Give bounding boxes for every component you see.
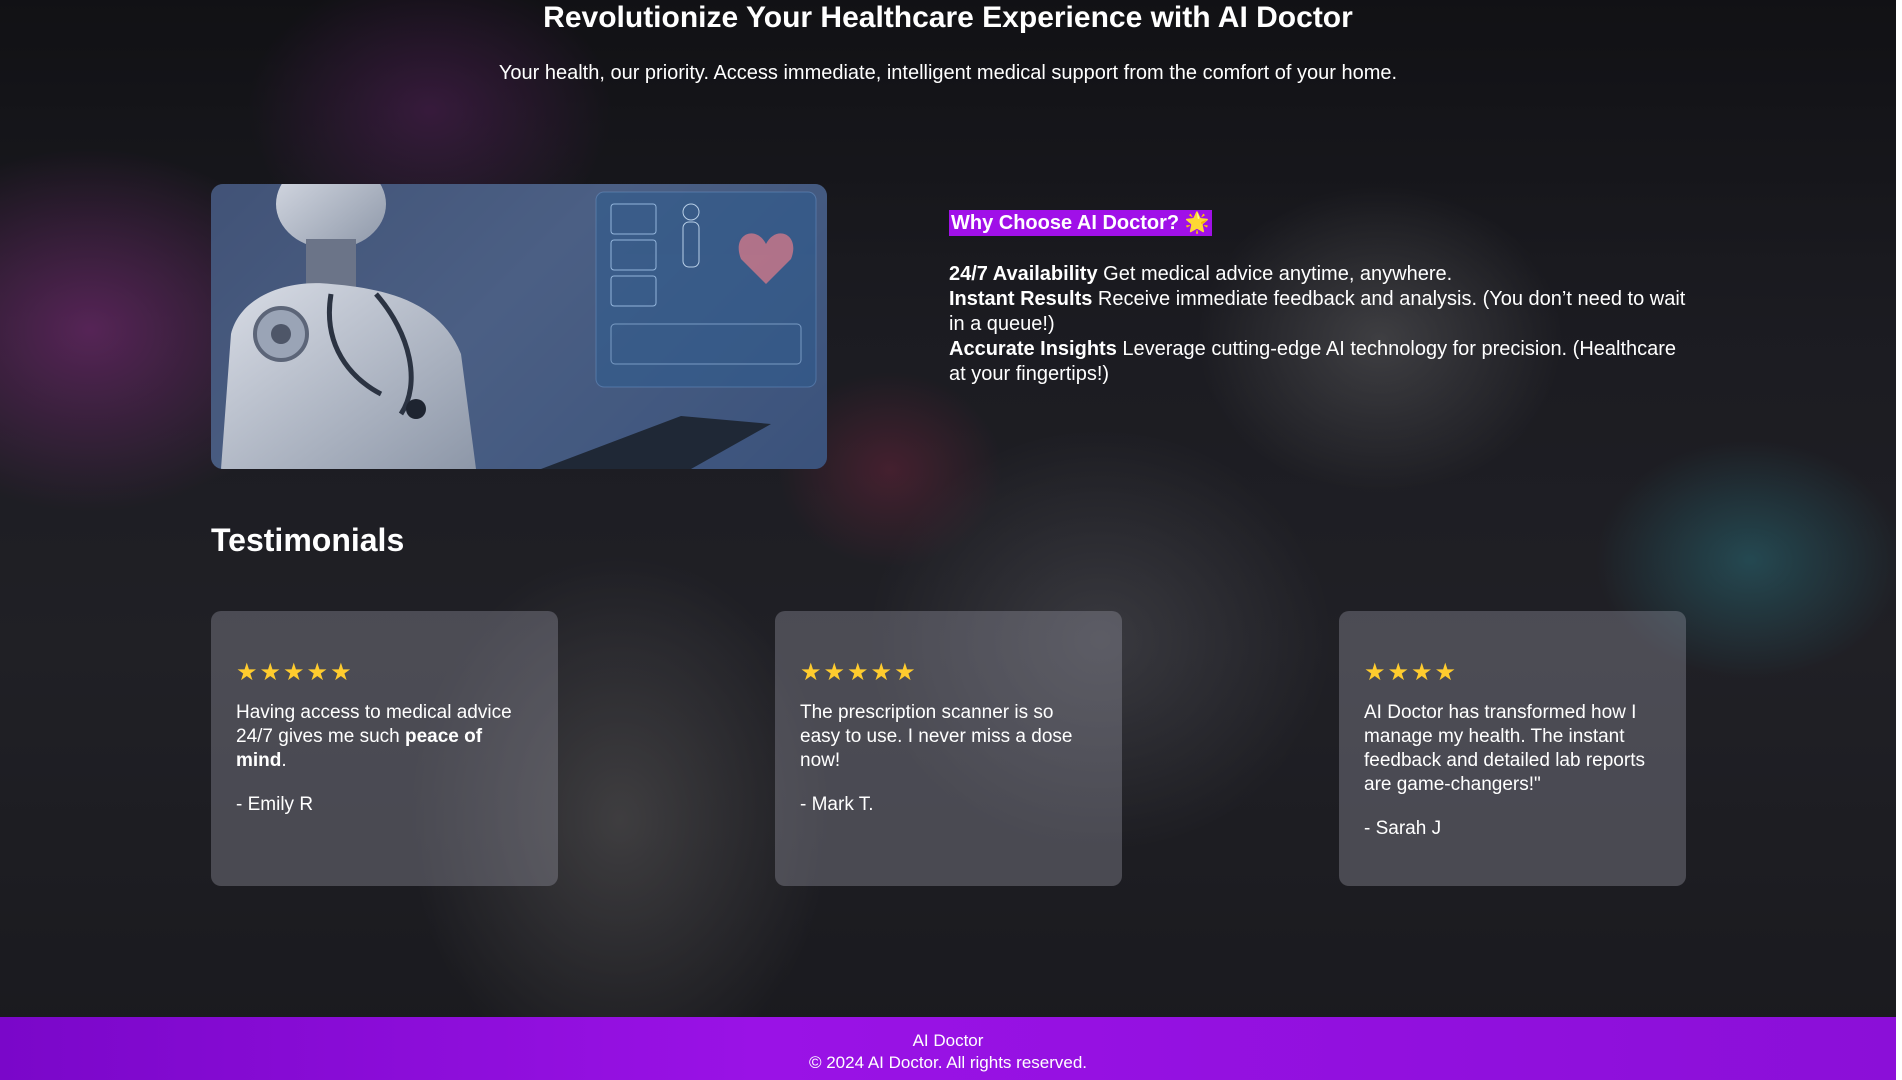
testimonial-card-mark: ★★★★★ The prescription scanner is so eas… <box>775 611 1122 886</box>
testimonial-quote: The prescription scanner is so easy to u… <box>800 702 1073 771</box>
testimonial-card-sarah: ★★★★ AI Doctor has transformed how I man… <box>1339 611 1686 886</box>
hero-title: Revolutionize Your Healthcare Experience… <box>543 1 1353 34</box>
feature-list: 24/7 Availability Get medical advice any… <box>949 262 1689 387</box>
testimonial-author: - Sarah J <box>1364 818 1442 839</box>
testimonial-author: - Mark T. <box>800 794 874 815</box>
star-rating: ★★★★★ <box>800 659 918 686</box>
feature-item-accurate-insights: Accurate Insights Leverage cutting-edge … <box>949 337 1689 387</box>
testimonial-quote: AI Doctor has transformed how I manage m… <box>1364 702 1645 795</box>
star-rating: ★★★★★ <box>236 659 354 686</box>
footer-copyright: © 2024 AI Doctor. All rights reserved. <box>808 1053 1088 1072</box>
why-choose-section: Why Choose AI Doctor? 🌟 24/7 Availabilit… <box>949 210 1689 387</box>
star-rating: ★★★★ <box>1364 659 1459 686</box>
feature-item-instant-results: Instant Results Receive immediate feedba… <box>949 287 1689 337</box>
why-choose-heading: Why Choose AI Doctor? 🌟 <box>949 210 1212 236</box>
page-edge <box>1896 0 1902 1080</box>
testimonial-quote: Having access to medical advice 24/7 giv… <box>236 701 533 773</box>
feature-item-availability: 24/7 Availability Get medical advice any… <box>949 262 1689 287</box>
feature-title: 24/7 Availability <box>949 263 1098 285</box>
footer-brand: AI Doctor <box>912 1031 984 1050</box>
robot-doctor-image <box>211 184 827 469</box>
feature-title: Accurate Insights <box>949 338 1117 360</box>
feature-title: Instant Results <box>949 288 1093 310</box>
feature-text: Get medical advice anytime, anywhere. <box>1103 263 1453 285</box>
testimonial-author: - Emily R <box>236 794 314 815</box>
testimonials-heading: Testimonials <box>211 522 405 558</box>
quote-text-end: . <box>281 750 287 771</box>
testimonial-card-emily: ★★★★★ Having access to medical advice 24… <box>211 611 558 886</box>
footer: AI Doctor © 2024 AI Doctor. All rights r… <box>0 1017 1896 1080</box>
hero-subtitle: Your health, our priority. Access immedi… <box>498 62 1398 84</box>
